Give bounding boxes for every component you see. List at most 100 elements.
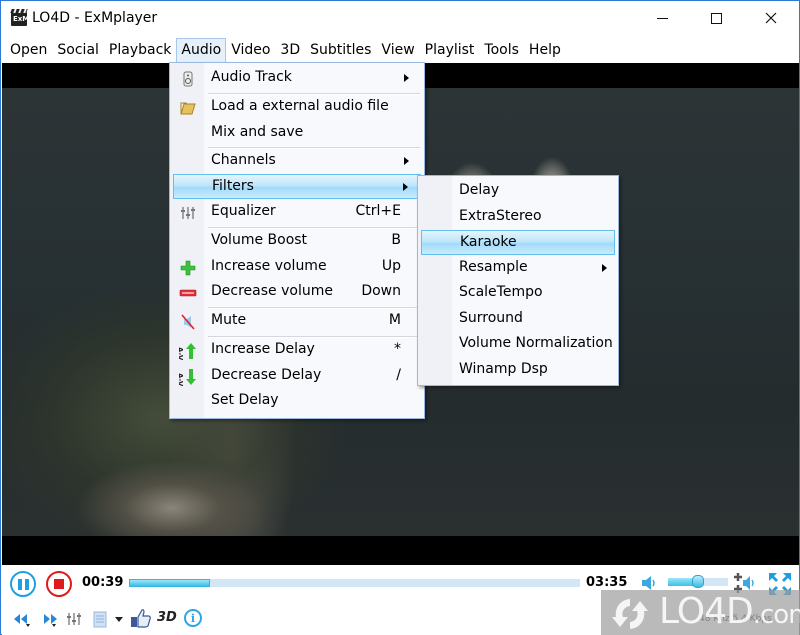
stop-button[interactable] [46, 571, 72, 597]
exmplayer-window: ExM LO4D - ExMplayer Open Social Playbac… [0, 0, 800, 635]
seek-bar-fill [129, 579, 211, 587]
submenu-item-label: ScaleTempo [459, 284, 543, 300]
current-time: 00:39 [82, 575, 124, 590]
minimize-icon [656, 17, 668, 19]
submenu-item-label: Delay [459, 182, 500, 198]
menu-item-label: Volume Boost [211, 232, 308, 248]
submenu-arrow-icon [404, 157, 409, 165]
menu-item-load-external-audio[interactable]: Load a external audio file [173, 95, 421, 120]
minimize-button[interactable] [639, 1, 685, 35]
menu-item-increase-volume[interactable]: Increase volume Up [173, 255, 421, 280]
filters-submenu: Delay ExtraStereo Karaoke Resample Scale… [417, 175, 619, 386]
menu-item-shortcut: Down [361, 283, 401, 299]
rewind-icon[interactable] [10, 609, 32, 629]
plus-icon [180, 260, 196, 276]
menu-item-label: Decrease volume [211, 283, 333, 299]
window-title: LO4D - ExMplayer [32, 10, 158, 26]
menu-help[interactable]: Help [524, 38, 566, 62]
menu-item-shortcut: B [391, 232, 401, 248]
equalizer-icon[interactable] [66, 609, 82, 629]
menu-subtitles[interactable]: Subtitles [305, 38, 376, 62]
menu-item-decrease-delay[interactable]: A-V Decrease Delay / [173, 364, 421, 389]
menu-item-label: Filters [212, 178, 254, 194]
menu-item-shortcut: Up [381, 258, 401, 274]
submenu-item-winamp-dsp[interactable]: Winamp Dsp [421, 358, 615, 383]
volume-slider[interactable] [668, 575, 728, 588]
watermark-suffix: .com [752, 600, 800, 630]
menu-item-shortcut: M [388, 312, 401, 328]
like-icon[interactable] [130, 607, 152, 629]
menu-playback[interactable]: Playback [104, 38, 176, 62]
audio-menu: Audio Track Load a external audio file M… [169, 62, 425, 419]
app-logo-text: ExM [13, 15, 30, 23]
svg-text:A-V: A-V [179, 347, 184, 360]
submenu-item-label: Surround [459, 310, 523, 326]
menu-social[interactable]: Social [52, 38, 104, 62]
menu-3d[interactable]: 3D [275, 38, 305, 62]
lo4d-watermark: LO4D.com [601, 590, 800, 635]
menu-video[interactable]: Video [226, 38, 275, 62]
menu-view[interactable]: View [376, 38, 419, 62]
playlist-icon[interactable] [92, 609, 108, 629]
submenu-arrow-icon [403, 183, 408, 191]
equalizer-icon [181, 207, 195, 219]
menu-item-label: Equalizer [211, 203, 276, 219]
menu-open[interactable]: Open [5, 38, 52, 62]
lo4d-watermark-text: LO4D.com [659, 591, 800, 632]
submenu-item-scaletempo[interactable]: ScaleTempo [421, 281, 615, 306]
submenu-item-label: Volume Normalization [459, 335, 613, 351]
menu-item-volume-boost[interactable]: Volume Boost B [173, 229, 421, 254]
menu-item-mix-and-save[interactable]: Mix and save [173, 121, 421, 146]
menu-item-channels[interactable]: Channels [173, 149, 421, 174]
svg-text:A-V: A-V [179, 373, 184, 386]
forward-icon[interactable] [40, 609, 62, 629]
volume-icon[interactable] [640, 575, 658, 591]
pause-icon-bar [24, 578, 29, 590]
info-button[interactable]: i [184, 609, 202, 627]
speaker-icon [183, 71, 193, 87]
menu-item-decrease-volume[interactable]: Decrease volume Down [173, 280, 421, 305]
menu-item-mute[interactable]: Mute M [173, 309, 421, 334]
submenu-item-surround[interactable]: Surround [421, 307, 615, 332]
submenu-item-label: ExtraStereo [459, 208, 542, 224]
pause-icon-bar [17, 578, 22, 590]
playlist-dropdown-icon[interactable] [114, 609, 124, 629]
volume-slider-knob[interactable] [692, 575, 704, 588]
delay-up-icon: A-V [179, 343, 196, 360]
menu-item-increase-delay[interactable]: A-V Increase Delay * [173, 338, 421, 363]
menu-item-label: Mute [211, 312, 247, 328]
submenu-item-delay[interactable]: Delay [421, 179, 615, 204]
menu-playlist[interactable]: Playlist [420, 38, 480, 62]
menu-item-label: Mix and save [211, 124, 304, 140]
menu-item-label: Channels [211, 152, 276, 168]
seek-bar[interactable] [129, 579, 580, 587]
menu-item-filters[interactable]: Filters [173, 174, 421, 199]
submenu-item-volume-normalization[interactable]: Volume Normalization [421, 332, 615, 357]
menu-item-label: Load a external audio file [211, 98, 389, 114]
mute-icon [181, 314, 195, 330]
delay-down-icon: A-V [179, 369, 196, 386]
pause-button[interactable] [10, 571, 36, 597]
maximize-icon [710, 12, 722, 24]
submenu-item-label: Karaoke [460, 234, 517, 250]
watermark-brand: LO4D [659, 591, 754, 632]
menu-item-shortcut: * [394, 341, 401, 357]
close-button[interactable] [748, 1, 794, 35]
3d-toggle[interactable]: 3D [157, 610, 177, 625]
title-bar: ExM LO4D - ExMplayer [1, 1, 799, 37]
menu-item-shortcut: Ctrl+E [355, 203, 402, 219]
submenu-item-karaoke[interactable]: Karaoke [421, 230, 615, 255]
folder-icon [180, 102, 196, 115]
maximize-button[interactable] [693, 1, 739, 35]
menu-item-audio-track[interactable]: Audio Track [173, 66, 421, 91]
submenu-arrow-icon [404, 74, 409, 82]
menu-tools[interactable]: Tools [479, 38, 524, 62]
submenu-item-resample[interactable]: Resample [421, 256, 615, 281]
close-icon [765, 12, 777, 24]
menu-item-shortcut: / [396, 367, 401, 383]
submenu-item-extrastereo[interactable]: ExtraStereo [421, 205, 615, 230]
menu-item-equalizer[interactable]: Equalizer Ctrl+E [173, 200, 421, 225]
menu-audio[interactable]: Audio [176, 38, 227, 62]
menu-item-set-delay[interactable]: Set Delay [173, 389, 421, 414]
menu-item-label: Set Delay [211, 392, 279, 408]
